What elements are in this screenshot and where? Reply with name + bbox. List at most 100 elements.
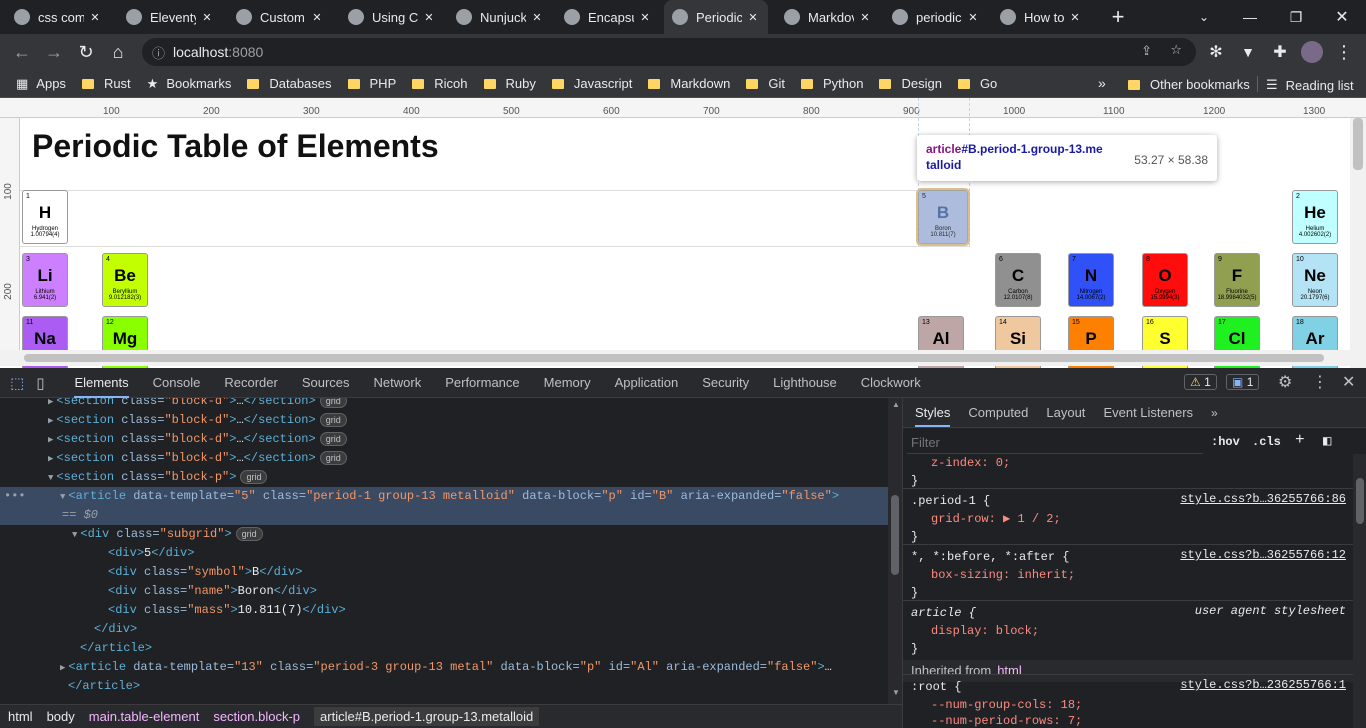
browser-tab[interactable]: Markdov ✕	[776, 0, 880, 34]
settings-gear-icon[interactable]: ⚙	[1278, 372, 1292, 392]
bookmark-item[interactable]: Rust	[81, 76, 131, 91]
devtools-tab-security[interactable]: Security	[702, 375, 749, 390]
browser-tab[interactable]: periodic ✕	[884, 0, 988, 34]
scroll-down-arrow-icon[interactable]: ▼	[892, 688, 900, 697]
browser-tab[interactable]: Periodic ✕	[664, 0, 768, 34]
element-card-ne[interactable]: 10 Ne Neon 20.1797(6)	[1292, 253, 1338, 307]
forward-icon[interactable]: →	[42, 40, 66, 64]
expand-arrow-icon[interactable]: ▶	[48, 435, 53, 445]
device-toolbar-icon[interactable]: ▯	[36, 374, 44, 392]
close-devtools-icon[interactable]: ✕	[1342, 372, 1355, 392]
toggle-sidebar-icon[interactable]: ◧	[1323, 433, 1331, 450]
styles-filter-input[interactable]	[907, 432, 1203, 454]
page-vertical-scroll-thumb[interactable]	[1353, 118, 1363, 170]
bookmark-item[interactable]: PHP	[347, 76, 396, 91]
css-selector[interactable]: *, *:before, *:after {	[911, 548, 1069, 566]
css-declaration[interactable]: --num-period-rows: 7;	[931, 712, 1082, 728]
css-source-link[interactable]: style.css?b…236255766:1	[1180, 678, 1346, 692]
bookmark-item[interactable]: Ruby	[483, 76, 536, 91]
avatar[interactable]	[1300, 40, 1324, 64]
browser-tab[interactable]: Eleventy ✕	[118, 0, 222, 34]
devtools-tab-network[interactable]: Network	[374, 375, 422, 390]
bookmark-item[interactable]: Markdown	[648, 76, 730, 91]
devtools-tab-console[interactable]: Console	[153, 375, 201, 390]
bookmark-star-icon[interactable]: ☆	[1170, 42, 1182, 58]
close-tab-icon[interactable]: ✕	[1068, 11, 1082, 24]
devtools-tab-clockwork[interactable]: Clockwork	[861, 375, 921, 390]
dom-tree-scroll-thumb[interactable]	[891, 495, 899, 575]
address-bar[interactable]: ⓘ localhost:8080 ⇪ ☆	[142, 38, 1196, 66]
bookmark-item[interactable]: ★ Bookmarks	[147, 76, 232, 92]
element-card-h[interactable]: 1 H Hydrogen 1.00794(4)	[22, 190, 68, 244]
extension-icon[interactable]: ✻	[1204, 40, 1228, 64]
grid-badge[interactable]: grid	[240, 470, 268, 484]
browser-tab[interactable]: How to ✕	[992, 0, 1090, 34]
css-selector[interactable]: :root {	[911, 678, 961, 696]
browser-tab[interactable]: Custom ✕	[228, 0, 332, 34]
share-icon[interactable]: ⇪	[1141, 43, 1152, 59]
css-declaration[interactable]: z-index: 0;	[931, 454, 1010, 472]
element-card-li[interactable]: 3 Li Lithium 6.941(2)	[22, 253, 68, 307]
site-info-icon[interactable]: ⓘ	[152, 43, 165, 62]
element-card-f[interactable]: 9 F Fluorine 18.9984032(5)	[1214, 253, 1260, 307]
bookmark-item[interactable]: Go	[957, 76, 997, 91]
minimize-icon[interactable]: —	[1238, 5, 1262, 29]
grid-badge[interactable]: grid	[319, 398, 347, 408]
close-tab-icon[interactable]: ✕	[422, 11, 436, 24]
css-declaration[interactable]: grid-row: ▶ 1 / 2;	[931, 510, 1061, 528]
close-tab-icon[interactable]: ✕	[966, 11, 980, 24]
element-card-b[interactable]: 5 B Boron 10.811(7)	[916, 188, 970, 246]
styles-tab-styles[interactable]: Styles	[915, 405, 951, 427]
styles-filter-field[interactable]	[907, 432, 1197, 452]
dom-node-line[interactable]: ••• ▼ <article data-template="5" class="pe…	[0, 487, 888, 506]
bookmark-item[interactable]: Git	[746, 76, 785, 91]
breadcrumb-item[interactable]: article#B.period-1.group-13.metalloid	[314, 707, 540, 726]
other-bookmarks[interactable]: Other bookmarks	[1128, 77, 1250, 92]
devtools-tab-application[interactable]: Application	[615, 375, 679, 390]
restore-icon[interactable]: ❐	[1284, 5, 1308, 29]
element-card-he[interactable]: 2 He Helium 4.002602(2)	[1292, 190, 1338, 244]
grid-badge[interactable]: grid	[319, 451, 347, 465]
expand-arrow-icon[interactable]: ▶	[48, 398, 53, 407]
css-selector[interactable]: .period-1 {	[911, 492, 990, 510]
styles-tab-layout[interactable]: Layout	[1046, 405, 1085, 420]
css-source-link[interactable]: style.css?b…36255766:12	[1180, 548, 1346, 562]
vue-devtools-icon[interactable]: ▼	[1236, 40, 1260, 64]
page-horizontal-scroll-thumb[interactable]	[24, 354, 1324, 362]
extensions-puzzle-icon[interactable]: ✚	[1268, 40, 1292, 64]
inherited-element-link[interactable]: html	[997, 663, 1022, 678]
expand-arrow-icon[interactable]: ▶	[48, 416, 53, 426]
devtools-tab-sources[interactable]: Sources	[302, 375, 350, 390]
close-tab-icon[interactable]: ✕	[310, 11, 324, 24]
bookmark-item[interactable]: Design	[879, 76, 942, 91]
close-tab-icon[interactable]: ✕	[746, 11, 760, 24]
browser-tab[interactable]: css com ✕	[6, 0, 110, 34]
breadcrumb-item[interactable]: body	[47, 709, 75, 724]
devtools-tab-elements[interactable]: Elements	[74, 375, 129, 398]
more-bookmarks-icon[interactable]: »	[1098, 75, 1106, 91]
breadcrumb-item[interactable]: section.block-p	[213, 709, 300, 724]
inspect-element-icon[interactable]: ⬚	[10, 374, 24, 392]
breadcrumb-item[interactable]: html	[8, 709, 33, 724]
scroll-up-arrow-icon[interactable]: ▲	[892, 400, 900, 409]
expand-arrow-icon[interactable]: ▼	[60, 492, 65, 502]
bookmark-item[interactable]: Ricoh	[412, 76, 468, 91]
styles-tab-computed[interactable]: Computed	[968, 405, 1028, 420]
close-tab-icon[interactable]: ✕	[858, 11, 872, 24]
expand-arrow-icon[interactable]: ▼	[48, 473, 53, 483]
devtools-menu-icon[interactable]: ⋮	[1312, 372, 1328, 392]
reading-list[interactable]: ☰ Reading list	[1266, 77, 1354, 93]
bookmark-item[interactable]: Databases	[247, 76, 332, 91]
devtools-tab-recorder[interactable]: Recorder	[224, 375, 277, 390]
element-card-be[interactable]: 4 Be Beryllium 9.012182(3)	[102, 253, 148, 307]
close-tab-icon[interactable]: ✕	[88, 11, 102, 24]
close-tab-icon[interactable]: ✕	[530, 11, 544, 24]
class-toggle[interactable]: .cls	[1252, 435, 1281, 449]
expand-arrow-icon[interactable]: ▶	[60, 663, 65, 673]
dom-node-line[interactable]: == $0	[0, 506, 888, 525]
browser-tab[interactable]: Nunjuck ✕	[448, 0, 552, 34]
css-declaration[interactable]: box-sizing: inherit;	[931, 566, 1075, 584]
reload-icon[interactable]: ↻	[74, 40, 98, 64]
menu-icon[interactable]: ⋮	[1332, 40, 1356, 64]
styles-tab-event-listeners[interactable]: Event Listeners	[1103, 405, 1193, 420]
